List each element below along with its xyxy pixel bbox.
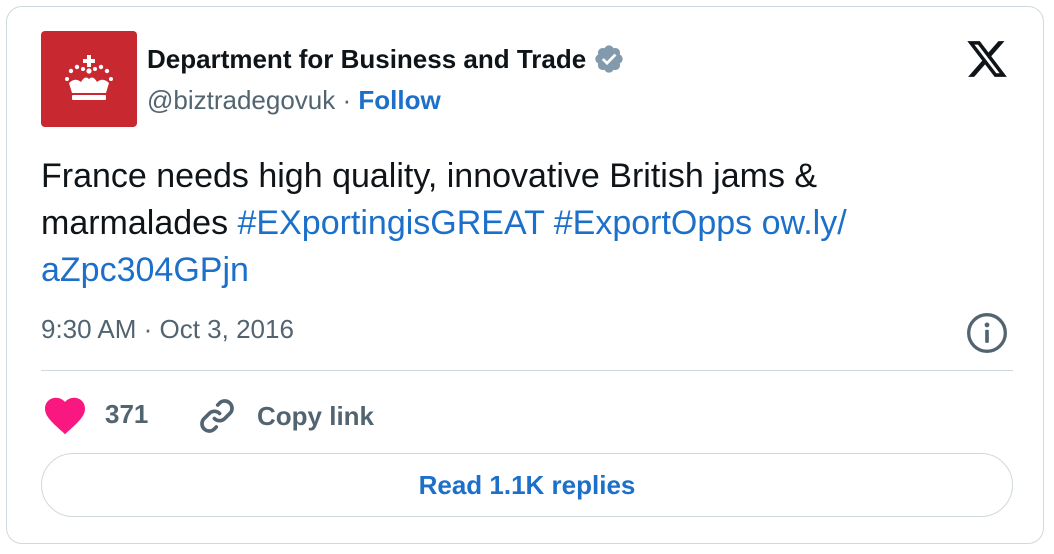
copy-link-label: Copy link	[257, 400, 375, 431]
handle-separator: ·	[335, 85, 359, 115]
handle-row: @biztradegovuk · Follow	[147, 85, 441, 116]
tweet-card: Department for Business and Trade @biztr…	[6, 6, 1044, 544]
url-link-part[interactable]: ow.ly/	[762, 204, 847, 242]
copy-link-button[interactable]: Copy link	[195, 393, 374, 439]
url-link-part[interactable]: aZpc304GPjn	[41, 251, 249, 289]
tweet-timestamp[interactable]: 9:30 AM · Oct 3, 2016	[41, 314, 294, 345]
hashtag-link[interactable]: #ExportOpps	[554, 204, 752, 242]
author-handle[interactable]: @biztradegovuk	[147, 85, 335, 115]
hashtag-link[interactable]: #EXportingisGREAT	[238, 204, 545, 242]
divider	[41, 370, 1013, 371]
read-replies-label: Read 1.1K replies	[418, 469, 636, 500]
author-name[interactable]: Department for Business and Trade	[147, 43, 625, 75]
read-replies-button[interactable]: Read 1.1K replies	[41, 453, 1013, 517]
heart-icon[interactable]	[41, 391, 89, 439]
x-logo-icon[interactable]	[965, 37, 1009, 81]
follow-button[interactable]: Follow	[358, 85, 440, 115]
crown-logo-icon	[65, 55, 113, 100]
like-count[interactable]: 371	[105, 399, 148, 430]
author-name-text[interactable]: Department for Business and Trade	[147, 44, 586, 75]
verified-badge-icon	[595, 45, 623, 73]
tweet-text: France needs high quality, innovative Br…	[41, 153, 1001, 294]
info-icon[interactable]	[965, 311, 1009, 355]
author-avatar[interactable]	[41, 31, 137, 127]
link-icon	[200, 399, 234, 433]
